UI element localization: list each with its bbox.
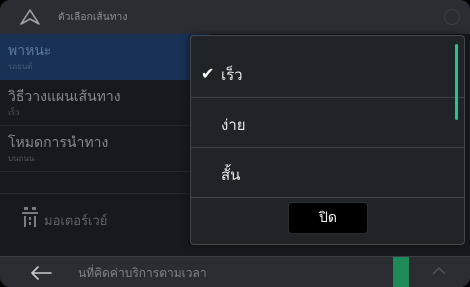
option-label: เร็ว (221, 66, 243, 84)
navigation-arrow-icon (20, 9, 40, 25)
scrollbar[interactable] (455, 44, 458, 120)
option-label: ง่าย (221, 116, 246, 134)
status-icon (444, 9, 460, 25)
option-fast[interactable]: ✔ เร็ว (191, 48, 465, 98)
option-short[interactable]: สั้น (191, 148, 465, 198)
app-window: ตัวเลือกเส้นทาง พาหนะ รถยนต์ วิธีวางแผนเ… (0, 0, 470, 287)
back-arrow-icon[interactable] (30, 266, 52, 280)
close-button[interactable]: ปิด (288, 202, 368, 234)
bottom-caption: นที่คิดค่าบริการตามเวลา (78, 266, 207, 280)
route-method-popup: ✔ เร็ว ง่าย สั้น ปิด (190, 35, 465, 245)
chevron-up-icon[interactable] (432, 265, 446, 275)
bottom-bar: นที่คิดค่าบริการตามเวลา (0, 256, 470, 287)
option-easy[interactable]: ง่าย (191, 98, 465, 148)
toggle-indicator (393, 257, 409, 287)
page-title: ตัวเลือกเส้นทาง (58, 12, 128, 23)
option-label: สั้น (221, 166, 241, 184)
title-bar: ตัวเลือกเส้นทาง (0, 0, 470, 34)
check-icon: ✔ (201, 64, 215, 83)
